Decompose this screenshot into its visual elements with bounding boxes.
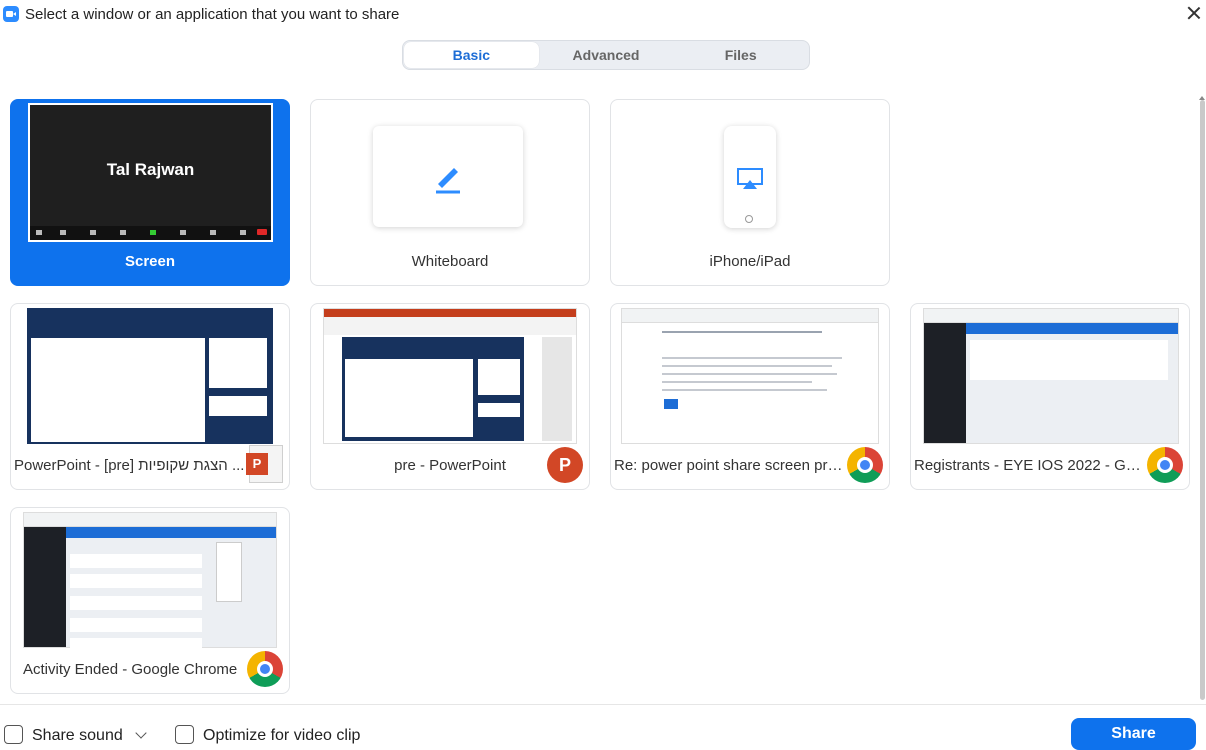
share-tile-chrome-registrants[interactable]: Registrants - EYE IOS 2022 - Goo...: [910, 303, 1190, 490]
optimize-video-checkbox[interactable]: [175, 725, 194, 744]
window-preview: [323, 308, 577, 444]
share-tile-powerpoint-slideshow[interactable]: PowerPoint - [pre] הצגת שקופיות ... P: [10, 303, 290, 490]
tab-files[interactable]: Files: [673, 42, 808, 68]
pen-icon: [436, 168, 460, 194]
whiteboard-card: [373, 126, 523, 227]
tile-label: Whiteboard: [411, 253, 489, 270]
meeting-controls-bar: [30, 226, 271, 240]
chrome-icon: [847, 447, 883, 483]
share-tile-whiteboard[interactable]: Whiteboard: [310, 99, 590, 286]
window-preview: [27, 308, 273, 444]
powerpoint-icon: P: [547, 447, 583, 483]
title-bar: Select a window or an application that y…: [0, 0, 1206, 30]
chrome-icon: [1147, 447, 1183, 483]
participant-name: Tal Rajwan: [106, 160, 195, 179]
tab-basic[interactable]: Basic: [404, 42, 539, 68]
share-tabs: Basic Advanced Files: [402, 40, 810, 70]
window-preview: [923, 308, 1179, 444]
share-tile-screen[interactable]: Tal Rajwan Screen: [10, 99, 290, 286]
zoom-app-icon: [3, 6, 19, 22]
share-tile-chrome-activity[interactable]: Activity Ended - Google Chrome: [10, 507, 290, 694]
share-tile-powerpoint-editor[interactable]: pre - PowerPoint P: [310, 303, 590, 490]
airplay-icon: [737, 168, 763, 189]
tab-advanced[interactable]: Advanced: [539, 42, 674, 68]
share-button[interactable]: Share: [1071, 718, 1196, 750]
tile-label: Screen: [124, 253, 176, 270]
share-sound-label: Share sound: [32, 727, 123, 744]
tile-label: iPhone/iPad: [709, 253, 791, 270]
window-preview: [23, 512, 277, 652]
optimize-video-label: Optimize for video clip: [203, 727, 361, 744]
home-button: [745, 215, 753, 223]
close-button[interactable]: [1185, 4, 1203, 22]
footer-divider: [0, 704, 1206, 705]
share-sound-checkbox[interactable]: [4, 725, 23, 744]
share-tile-chrome-forum[interactable]: Re: power point share screen pro...: [610, 303, 890, 490]
window-preview: [621, 308, 879, 444]
share-tile-iphone-ipad[interactable]: iPhone/iPad: [610, 99, 890, 286]
dialog-title: Select a window or an application that y…: [25, 6, 400, 23]
chrome-icon: [247, 651, 283, 687]
scrollbar[interactable]: [1200, 100, 1205, 700]
phone-card: [724, 126, 776, 228]
chevron-down-icon[interactable]: [135, 727, 147, 739]
powerpoint-icon: P: [246, 445, 283, 483]
screen-preview: Tal Rajwan: [28, 103, 273, 242]
